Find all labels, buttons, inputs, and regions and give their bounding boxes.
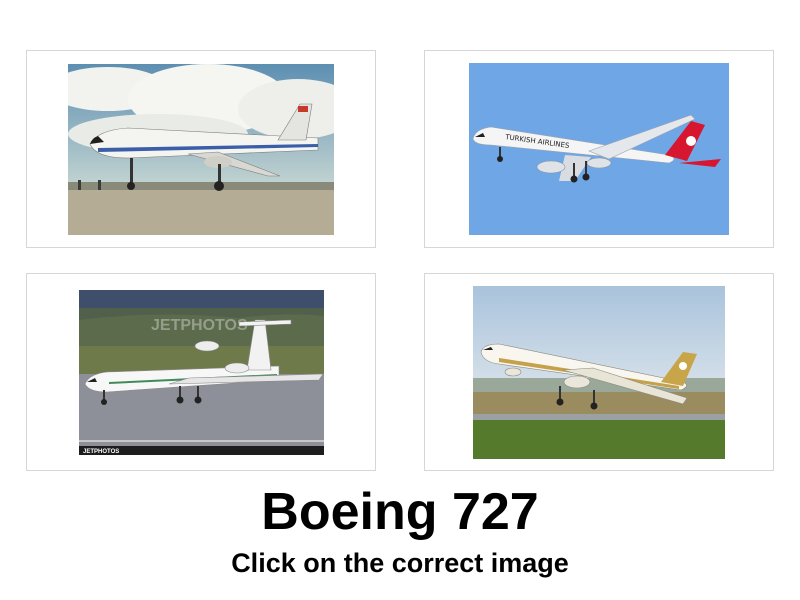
jetphotos-footer-logo: JETPHOTOS [83, 449, 119, 455]
captcha-panel: TURKISH AIRLINES JETPHOTOS JETPHOTOS Boe… [0, 0, 800, 600]
white-trijet-image: JETPHOTOS JETPHOTOS [78, 289, 324, 455]
captcha-instruction: Click on the correct image [231, 548, 569, 578]
vintage-airliner-image [68, 63, 334, 235]
image-option-3[interactable]: JETPHOTOS JETPHOTOS [26, 273, 376, 471]
photo-white-trijet: JETPHOTOS JETPHOTOS [78, 289, 324, 455]
jetphotos-watermark: JETPHOTOS [151, 317, 248, 334]
image-option-1[interactable] [26, 50, 376, 248]
photo-vintage-airliner [68, 63, 334, 235]
photo-gold-widebody-takeoff [473, 285, 725, 459]
turkish-airlines-image: TURKISH AIRLINES [469, 63, 729, 235]
image-option-2[interactable]: TURKISH AIRLINES [424, 50, 774, 248]
image-option-4[interactable] [424, 273, 774, 471]
gold-widebody-image [473, 285, 725, 459]
photo-turkish-airlines-widebody: TURKISH AIRLINES [469, 63, 729, 235]
captcha-title: Boeing 727 [261, 483, 539, 541]
